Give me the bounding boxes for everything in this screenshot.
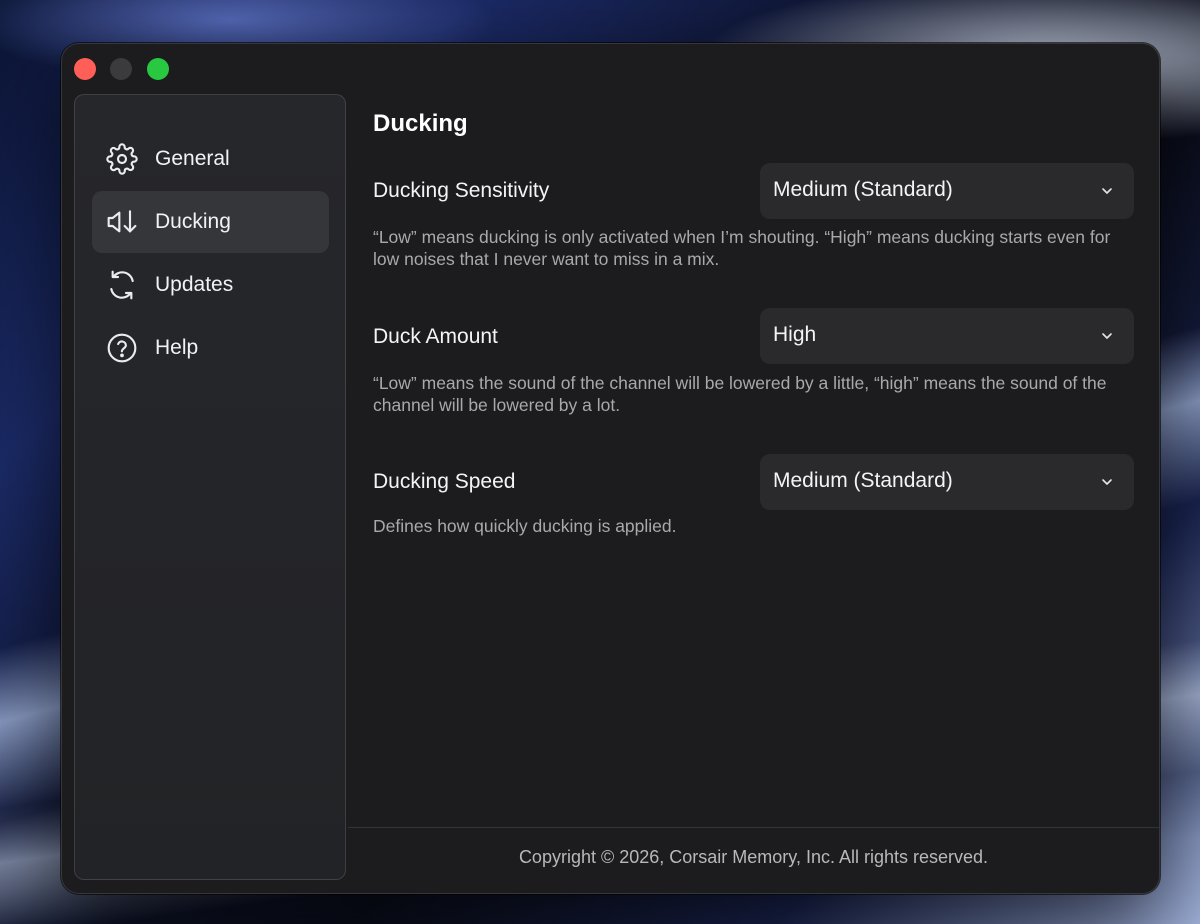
window-close-button[interactable] [74,58,96,80]
sidebar-item-label: General [155,147,230,170]
duck-amount-select[interactable]: High [760,308,1134,364]
window-minimize-button[interactable] [110,58,132,80]
sidebar-item-general[interactable]: General [92,128,329,190]
select-value: High [773,323,817,346]
sidebar-item-help[interactable]: Help [92,317,329,379]
ducking-sensitivity-select[interactable]: Medium (Standard) [760,163,1134,219]
refresh-icon [106,269,138,301]
duck-amount-label: Duck Amount [373,325,498,348]
sidebar-item-label: Updates [155,273,234,296]
ducking-sensitivity-label: Ducking Sensitivity [373,179,550,202]
page-title: Ducking [373,110,468,137]
ducking-sensitivity-description: “Low” means ducking is only activated wh… [373,227,1111,269]
chevron-down-icon [1100,475,1114,489]
duck-amount-description: “Low” means the sound of the channel wil… [373,373,1107,415]
chevron-down-icon [1100,329,1114,343]
footer-divider [348,827,1159,828]
sidebar: General Ducking Updates Help [74,94,346,880]
ducking-speed-description: Defines how quickly ducking is applied. [373,516,677,536]
copyright-text: Copyright © 2026, Corsair Memory, Inc. A… [518,847,989,867]
sidebar-item-label: Help [155,336,199,359]
help-circle-icon [106,332,138,364]
gear-icon [106,143,138,175]
settings-window: General Ducking Updates Help Ducking Duc… [61,43,1160,894]
main-content: Ducking Ducking Sensitivity Medium (Stan… [348,44,1159,893]
sidebar-item-label: Ducking [155,210,231,233]
select-value: Medium (Standard) [773,469,953,492]
sidebar-item-updates[interactable]: Updates [92,254,329,316]
sidebar-item-ducking[interactable]: Ducking [92,191,329,253]
select-value: Medium (Standard) [773,178,953,201]
ducking-speed-select[interactable]: Medium (Standard) [760,454,1134,510]
ducking-speed-label: Ducking Speed [373,470,516,493]
chevron-down-icon [1100,184,1114,198]
speaker-duck-icon [106,206,138,238]
window-zoom-button[interactable] [147,58,169,80]
